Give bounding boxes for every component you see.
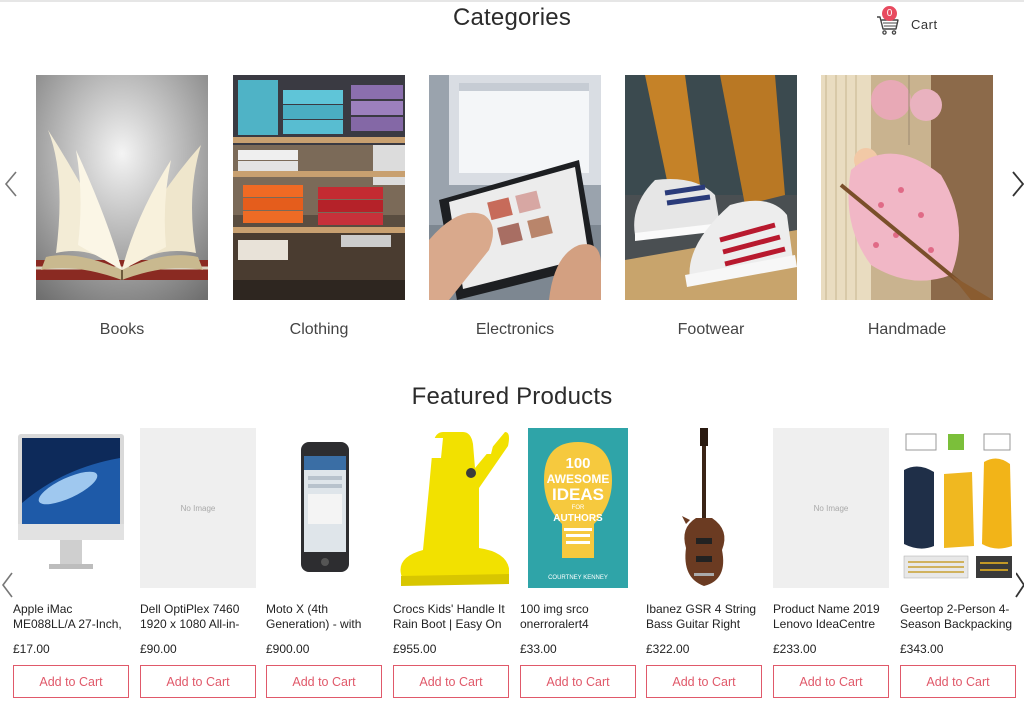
product-name-line2[interactable]: onerroralert4	[520, 617, 636, 632]
product-name-line2[interactable]: Season Backpacking	[900, 617, 1016, 632]
product-name-line2[interactable]: Generation) - with	[266, 617, 382, 632]
book-cover-line4: FOR	[572, 505, 585, 511]
category-label-books[interactable]: Books	[16, 321, 228, 339]
cart-label: Cart	[911, 16, 938, 32]
product-card[interactable]: Apple iMac ME088LL/A 27-Inch, £17.00 Add …	[13, 428, 129, 698]
no-image-text: No Image	[814, 504, 849, 513]
category-image-electronics[interactable]	[429, 75, 601, 300]
product-price: £343.00	[900, 642, 944, 656]
product-name-line2[interactable]: 1920 x 1080 All-in-	[140, 617, 256, 632]
categories-title: Categories	[452, 4, 572, 31]
book-cover-line1: 100	[565, 455, 590, 472]
product-name-line2[interactable]: Rain Boot | Easy On	[393, 617, 509, 632]
product-name-line1[interactable]: Product Name 2019	[773, 602, 889, 617]
add-to-cart-button[interactable]: Add to Cart	[393, 665, 509, 698]
product-image[interactable]	[900, 428, 1016, 588]
categories-next-arrow[interactable]	[1010, 170, 1024, 198]
category-image-books[interactable]	[36, 75, 208, 300]
categories-prev-arrow[interactable]	[3, 170, 19, 198]
product-image[interactable]	[393, 428, 509, 588]
category-label-footwear[interactable]: Footwear	[605, 321, 817, 339]
category-label-clothing[interactable]: Clothing	[213, 321, 425, 339]
product-price: £90.00	[140, 642, 177, 656]
product-price: £900.00	[266, 642, 310, 656]
product-name-line2[interactable]: ME088LL/A 27-Inch,	[13, 617, 129, 632]
product-card[interactable]: Ibanez GSR 4 String Bass Guitar Right £32…	[646, 428, 762, 698]
product-card[interactable]: Geertop 2-Person 4- Season Backpacking £3…	[900, 428, 1016, 698]
category-card-clothing[interactable]: Clothing	[233, 75, 405, 338]
book-cover-line5: AUTHORS	[553, 513, 603, 524]
category-card-footwear[interactable]: Footwear	[625, 75, 797, 338]
product-price: £322.00	[646, 642, 690, 656]
book-cover-line3: IDEAS	[552, 485, 604, 504]
product-name-line1[interactable]: Crocs Kids' Handle It	[393, 602, 509, 617]
category-card-handmade[interactable]: Handmade	[821, 75, 993, 338]
cart-icon: 0	[876, 6, 900, 36]
add-to-cart-button[interactable]: Add to Cart	[140, 665, 256, 698]
chevron-right-icon	[1012, 171, 1024, 197]
product-card[interactable]: Crocs Kids' Handle It Rain Boot | Easy On…	[393, 428, 509, 698]
add-to-cart-button[interactable]: Add to Cart	[773, 665, 889, 698]
add-to-cart-button[interactable]: Add to Cart	[520, 665, 636, 698]
chevron-left-icon	[4, 171, 17, 197]
product-image[interactable]	[266, 428, 382, 588]
product-name-line1[interactable]: Moto X (4th	[266, 602, 382, 617]
product-name-line1[interactable]: Dell OptiPlex 7460	[140, 602, 256, 617]
cart-count-badge: 0	[882, 6, 897, 21]
product-name-line2[interactable]: Lenovo IdeaCentre	[773, 617, 889, 632]
category-image-clothing[interactable]	[233, 75, 405, 300]
product-image-book-cover[interactable]: 100 AWESOME IDEAS FOR AUTHORS COURTNEY K…	[520, 428, 636, 588]
category-card-electronics[interactable]: Electronics	[429, 75, 601, 338]
product-name-line1[interactable]: 100 img srco	[520, 602, 636, 617]
no-image-text: No Image	[181, 504, 216, 513]
category-card-books[interactable]: Books	[36, 75, 208, 338]
product-card[interactable]: Moto X (4th Generation) - with £900.00 Ad…	[266, 428, 382, 698]
category-image-handmade[interactable]	[821, 75, 993, 300]
featured-products-title: Featured Products	[411, 383, 613, 410]
book-cover-author: COURTNEY KENNEY	[548, 575, 608, 581]
product-card[interactable]: No Image Dell OptiPlex 7460 1920 x 1080 A…	[140, 428, 256, 698]
product-price: £17.00	[13, 642, 50, 656]
product-name-line2[interactable]: Bass Guitar Right	[646, 617, 762, 632]
product-image-placeholder[interactable]: No Image	[773, 428, 889, 588]
product-image-placeholder[interactable]: No Image	[140, 428, 256, 588]
add-to-cart-button[interactable]: Add to Cart	[646, 665, 762, 698]
product-name-line1[interactable]: Geertop 2-Person 4-	[900, 602, 1016, 617]
category-image-footwear[interactable]	[625, 75, 797, 300]
cart-button[interactable]: 0 Cart	[876, 6, 938, 36]
category-label-electronics[interactable]: Electronics	[409, 321, 621, 339]
product-name-line1[interactable]: Apple iMac	[13, 602, 129, 617]
product-card[interactable]: 100 AWESOME IDEAS FOR AUTHORS COURTNEY K…	[520, 428, 636, 698]
product-price: £33.00	[520, 642, 557, 656]
book-cover-line2: AWESOME	[547, 472, 610, 486]
product-name-line1[interactable]: Ibanez GSR 4 String	[646, 602, 762, 617]
category-label-handmade[interactable]: Handmade	[801, 321, 1013, 339]
top-border	[0, 0, 1024, 2]
product-card[interactable]: No Image Product Name 2019 Lenovo IdeaCen…	[773, 428, 889, 698]
product-price: £233.00	[773, 642, 817, 656]
product-image[interactable]	[13, 428, 129, 588]
add-to-cart-button[interactable]: Add to Cart	[900, 665, 1016, 698]
product-price: £955.00	[393, 642, 437, 656]
add-to-cart-button[interactable]: Add to Cart	[266, 665, 382, 698]
add-to-cart-button[interactable]: Add to Cart	[13, 665, 129, 698]
product-image[interactable]	[646, 428, 762, 588]
